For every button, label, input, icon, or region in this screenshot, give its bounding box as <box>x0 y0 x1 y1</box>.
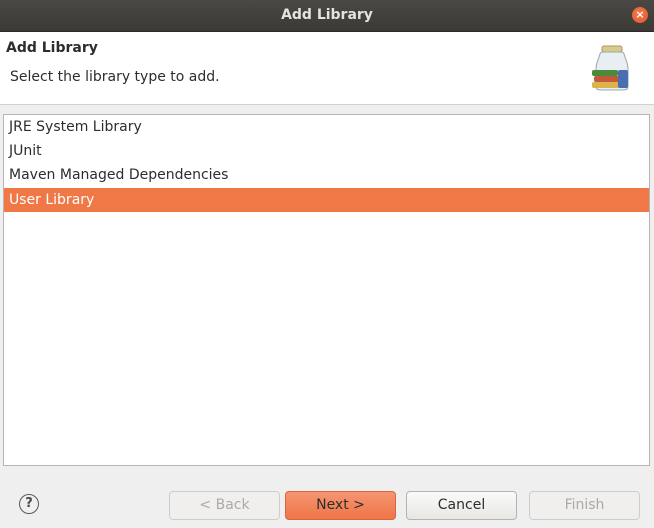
help-icon[interactable]: ? <box>19 494 39 514</box>
finish-button[interactable]: Finish <box>529 491 640 520</box>
close-icon[interactable]: × <box>632 7 648 23</box>
window-title: Add Library <box>281 7 373 23</box>
library-type-list[interactable]: JRE System Library JUnit Maven Managed D… <box>3 114 650 466</box>
window-titlebar: Add Library × <box>0 0 654 32</box>
cancel-button[interactable]: Cancel <box>406 491 517 520</box>
list-item-maven-managed-dependencies[interactable]: Maven Managed Dependencies <box>4 163 649 187</box>
list-item-user-library[interactable]: User Library <box>4 188 649 212</box>
library-jar-icon <box>592 45 629 91</box>
next-button[interactable]: Next > <box>285 491 396 520</box>
list-item-jre-system-library[interactable]: JRE System Library <box>4 115 649 139</box>
page-description: Select the library type to add. <box>10 69 220 85</box>
wizard-header: Add Library Select the library type to a… <box>0 32 654 105</box>
back-button[interactable]: < Back <box>169 491 280 520</box>
list-item-junit[interactable]: JUnit <box>4 139 649 163</box>
page-title: Add Library <box>6 40 98 56</box>
